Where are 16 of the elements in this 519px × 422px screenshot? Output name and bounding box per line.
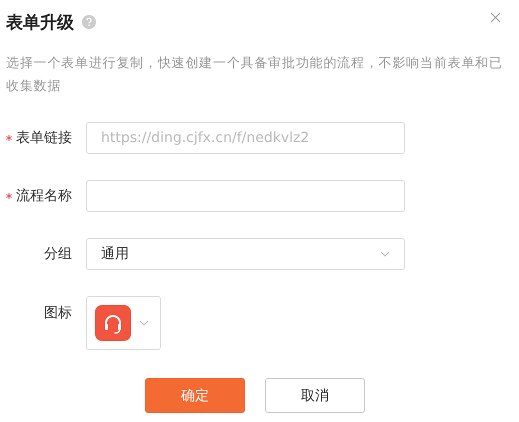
field-label: 表单链接 (16, 129, 72, 147)
field-label: 图标 (44, 304, 72, 322)
help-icon[interactable] (82, 15, 96, 29)
headset-icon (95, 305, 131, 341)
dialog-description: 选择一个表单进行复制，快速创建一个具备审批功能的流程，不影响当前表单和已收集数据 (6, 55, 504, 96)
group-select[interactable]: 通用 (86, 238, 405, 270)
cancel-button[interactable]: 取消 (265, 378, 365, 413)
chevron-down-icon (380, 251, 390, 257)
icon-picker[interactable] (86, 296, 161, 350)
dialog-title: 表单升级 (6, 12, 74, 34)
field-label: 分组 (44, 245, 72, 263)
chevron-down-icon (139, 320, 149, 326)
field-label: 流程名称 (16, 187, 72, 205)
close-icon[interactable] (490, 12, 501, 23)
text-input[interactable]: https://ding.cjfx.cn/f/nedkvlz2 (86, 122, 405, 154)
text-input[interactable] (86, 180, 405, 212)
